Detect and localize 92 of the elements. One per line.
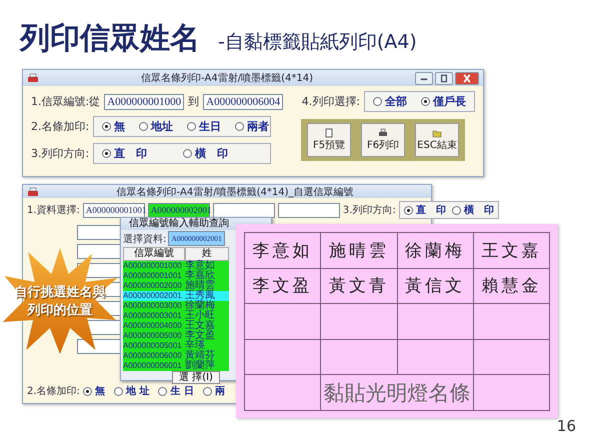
radio-label: 無 bbox=[94, 384, 105, 398]
radio-button[interactable] bbox=[102, 149, 112, 158]
table-cell[interactable]: 李意如 bbox=[185, 261, 229, 271]
direction-label: 3.列印方向: bbox=[342, 204, 396, 217]
column-header: 姓 bbox=[185, 247, 229, 261]
table-cell[interactable]: 黃靖芬 bbox=[185, 351, 229, 361]
radio-label: 直 印 bbox=[114, 146, 148, 161]
slide-subtitle: -自黏標籤貼紙列印(A4) bbox=[218, 30, 417, 55]
to-field[interactable]: A000000006004 bbox=[203, 94, 284, 110]
table-cell[interactable]: A000000003000 bbox=[123, 301, 185, 311]
radio-button[interactable] bbox=[139, 122, 148, 131]
name-label: 徐蘭梅 bbox=[398, 233, 474, 269]
name-label: 黃信文 bbox=[398, 268, 474, 304]
table-cell[interactable]: A000000003001 bbox=[123, 311, 185, 321]
window-title: 信眾名條列印-A4雷射/噴墨標籤(4*14)_自選信眾編號 bbox=[115, 186, 355, 198]
select-button[interactable]: 選 擇(I) bbox=[172, 371, 220, 384]
table-cell[interactable]: 劉蘭萍 bbox=[185, 361, 229, 371]
name-label: 李意如 bbox=[245, 233, 322, 269]
radio-button[interactable] bbox=[202, 386, 212, 396]
maximize-button[interactable] bbox=[435, 72, 453, 84]
radio-button[interactable] bbox=[235, 122, 244, 131]
toolbar-button[interactable]: F5預覽 bbox=[307, 123, 351, 157]
table-cell[interactable]: A000000001000 bbox=[123, 261, 185, 271]
table-cell[interactable]: A000000005000 bbox=[123, 331, 185, 341]
radio-label: 直 印 bbox=[416, 204, 446, 217]
column-header: 信眾編號 bbox=[123, 247, 185, 261]
table-cell[interactable]: A000000006000 bbox=[123, 351, 185, 361]
extra-print-label: 2.名條加印: bbox=[27, 384, 80, 398]
number-field[interactable] bbox=[212, 202, 275, 218]
table-cell[interactable]: 辛瑛 bbox=[185, 341, 229, 351]
name-label: 施晴雲 bbox=[321, 233, 398, 269]
direction-label: 3.列印方向: bbox=[31, 146, 90, 161]
toolbar-button[interactable]: ESC結束 bbox=[415, 123, 459, 157]
name-label: 李文盈 bbox=[245, 268, 322, 304]
table-cell[interactable]: 王秀鳳 bbox=[185, 291, 229, 301]
table-cell[interactable]: 徐蘭梅 bbox=[185, 301, 229, 311]
number-range-label: 1.信眾編號:從 bbox=[31, 94, 100, 109]
table-cell[interactable]: A000000004000 bbox=[123, 321, 185, 331]
name-label: 王文嘉 bbox=[474, 233, 550, 269]
radio-button[interactable] bbox=[158, 386, 168, 396]
radio-label: 兩者 bbox=[247, 119, 270, 134]
radio-button[interactable] bbox=[82, 386, 92, 396]
printer-icon bbox=[27, 186, 39, 196]
radio-label: 無 bbox=[114, 119, 126, 134]
radio-button[interactable] bbox=[187, 122, 196, 131]
close-button[interactable] bbox=[455, 72, 479, 84]
radio-button[interactable] bbox=[404, 206, 413, 214]
radio-label: 生 日 bbox=[170, 384, 194, 398]
print-choice-label: 4.列印選擇: bbox=[302, 94, 360, 109]
minimize-button[interactable] bbox=[415, 72, 433, 84]
table-cell[interactable]: A000000001001 bbox=[123, 271, 185, 281]
table-cell[interactable]: A000000006001 bbox=[123, 361, 185, 371]
folder-icon bbox=[432, 128, 442, 138]
data-select-label: 1.資料選擇: bbox=[27, 204, 80, 217]
radio-button[interactable] bbox=[452, 206, 461, 214]
radio-button[interactable] bbox=[102, 122, 112, 131]
table-cell[interactable]: 王小旺 bbox=[185, 311, 229, 321]
name-label: 賴慧金 bbox=[474, 268, 550, 304]
document-icon bbox=[324, 128, 334, 138]
table-cell[interactable]: 施晴雲 bbox=[185, 281, 229, 291]
printer-icon bbox=[378, 128, 388, 138]
radio-label: 地址 bbox=[151, 119, 174, 134]
slide-title: 列印信眾姓名 bbox=[20, 20, 200, 58]
table-cell[interactable]: 李文盈 bbox=[185, 331, 229, 341]
radio-button[interactable] bbox=[114, 386, 123, 396]
extra-print-label: 2.名條加印: bbox=[31, 119, 90, 134]
toolbar-button[interactable]: F6列印 bbox=[361, 123, 405, 157]
radio-button[interactable] bbox=[421, 97, 430, 106]
printer-icon bbox=[27, 73, 39, 83]
radio-button[interactable] bbox=[183, 149, 192, 158]
radio-label: 橫 印 bbox=[464, 204, 494, 217]
radio-label: 橫 印 bbox=[195, 146, 228, 161]
radio-label: 兩 bbox=[214, 385, 225, 398]
radio-label: 地 址 bbox=[126, 384, 150, 398]
table-cell[interactable]: 李嘉欣 bbox=[185, 271, 229, 281]
to-label: 到 bbox=[188, 94, 200, 109]
name-label: 黃文青 bbox=[321, 268, 398, 304]
sheet-caption: 黏貼光明燈名條 bbox=[324, 380, 470, 407]
from-field[interactable]: A000000001000 bbox=[104, 94, 184, 110]
radio-button[interactable] bbox=[373, 97, 382, 106]
page-number: 16 bbox=[556, 417, 576, 435]
select-data-label: 選擇資料: bbox=[123, 232, 166, 246]
radio-label: 生日 bbox=[199, 119, 222, 134]
number-field[interactable] bbox=[278, 202, 340, 218]
table-cell[interactable]: 王文嘉 bbox=[185, 321, 229, 331]
table-cell[interactable]: A000000002000 bbox=[123, 281, 185, 291]
radio-label: 僅戶長 bbox=[433, 94, 466, 109]
radio-label: 全部 bbox=[385, 94, 407, 109]
window-title: 信眾名條列印-A4雷射/噴墨標籤(4*14) bbox=[140, 72, 314, 85]
table-cell[interactable]: A000000005001 bbox=[123, 341, 185, 351]
callout-text: 列印的位置 bbox=[28, 302, 92, 319]
table-cell[interactable]: A000000002001 bbox=[123, 291, 185, 301]
